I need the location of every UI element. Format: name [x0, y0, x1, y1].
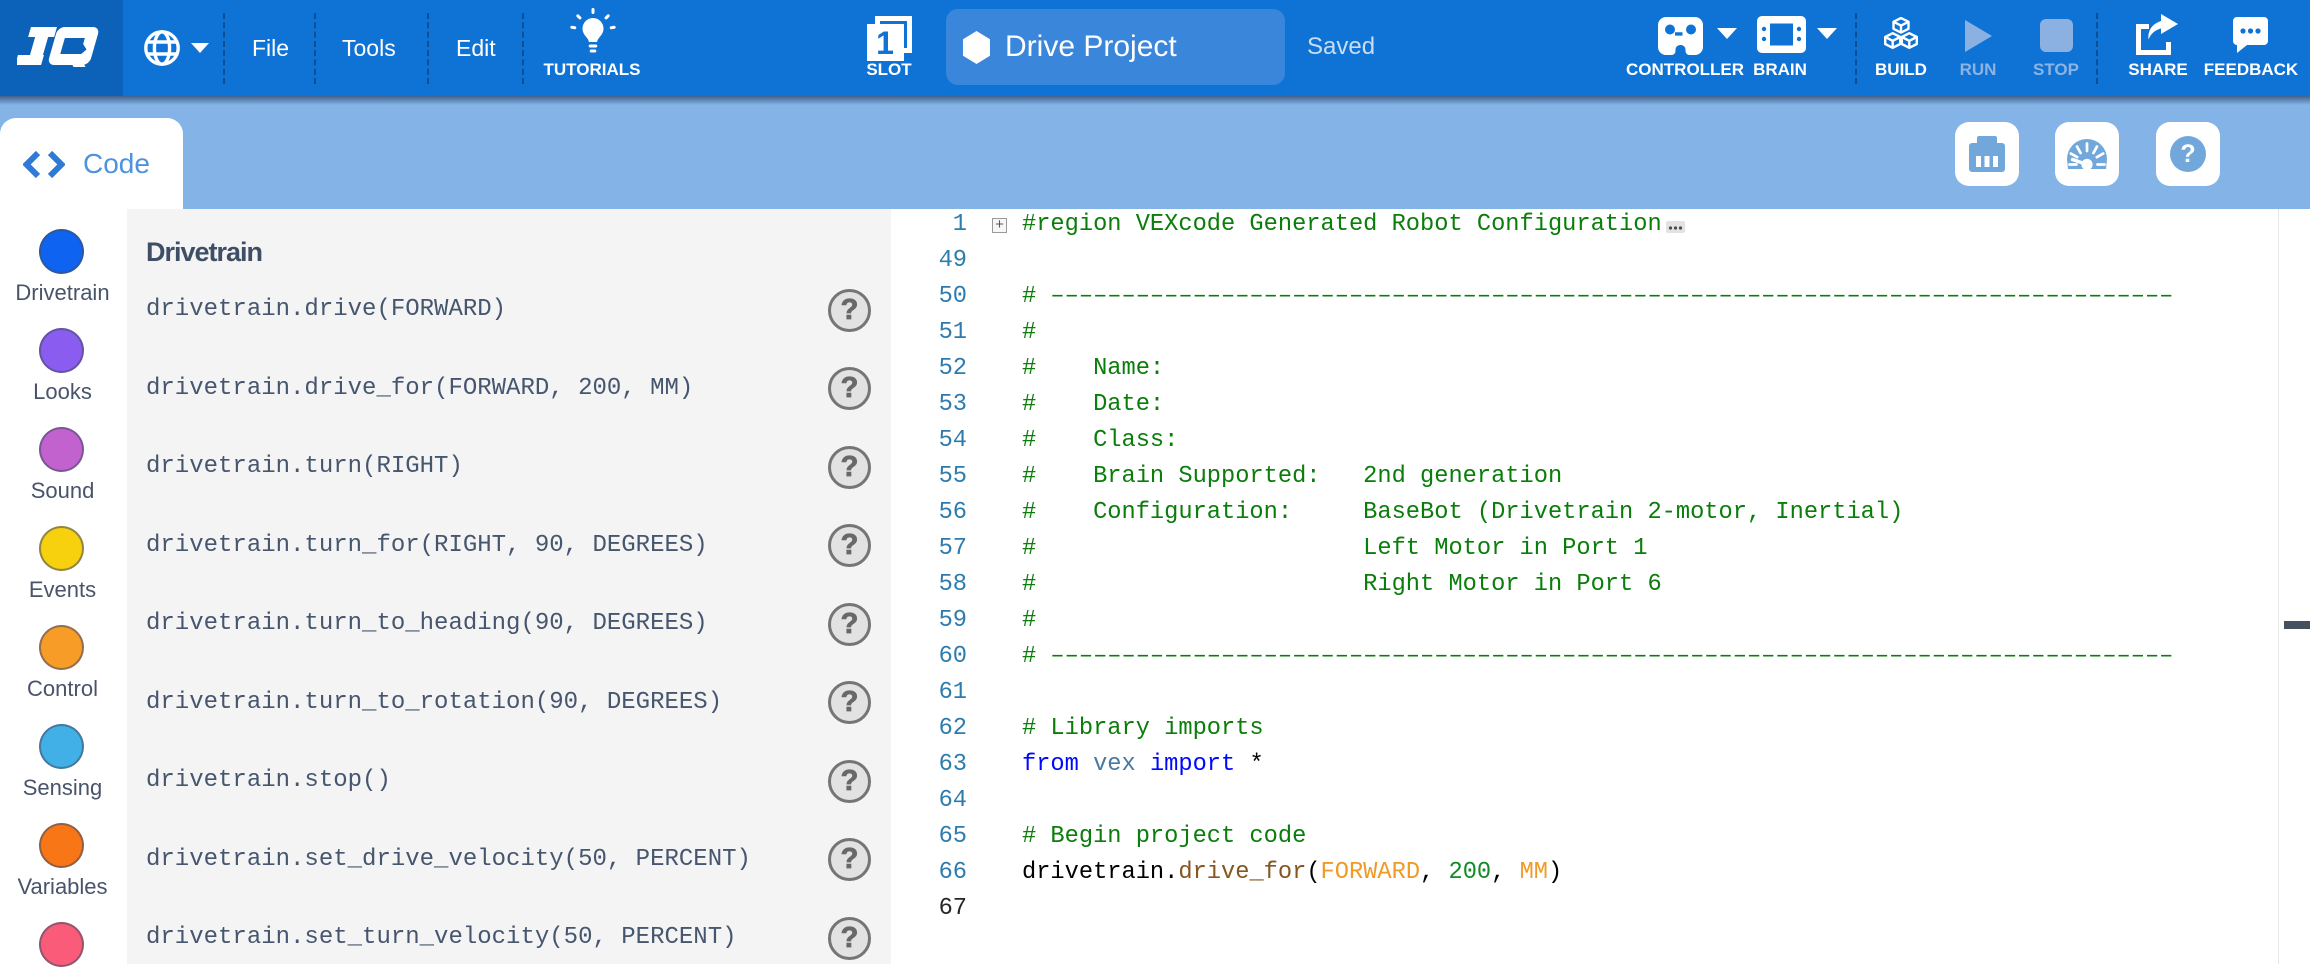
svg-text:1: 1 [876, 25, 894, 61]
svg-text:?: ? [2180, 140, 2195, 168]
